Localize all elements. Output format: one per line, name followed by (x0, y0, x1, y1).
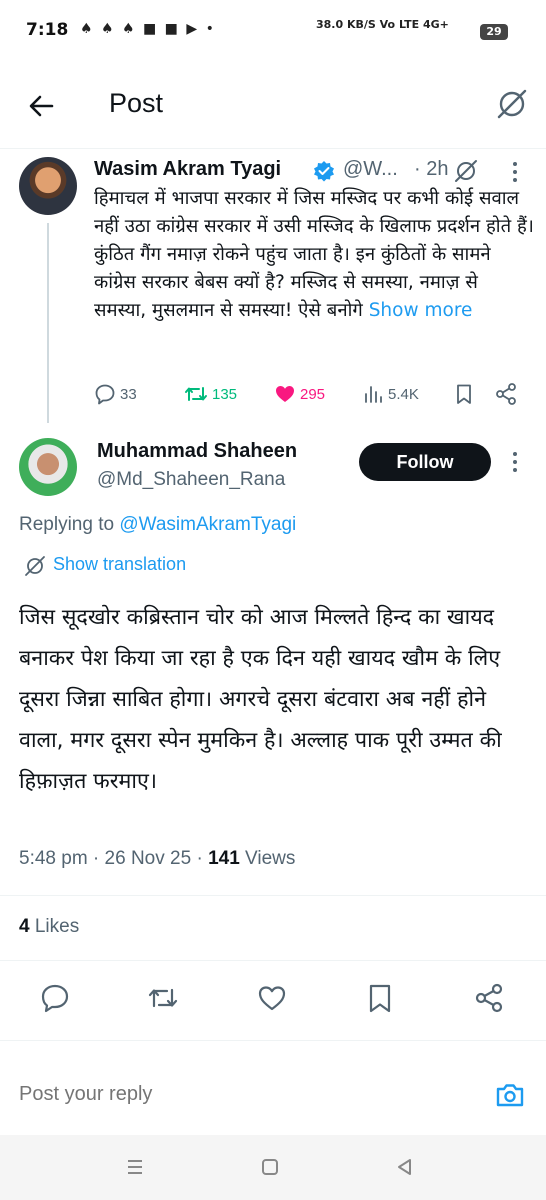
follow-button[interactable]: Follow (359, 443, 491, 481)
reply-input[interactable] (19, 1083, 419, 1106)
status-time: 7:18 (26, 20, 69, 40)
verified-badge-icon (313, 160, 335, 182)
bookmark-icon (457, 384, 471, 404)
views-label: Views (245, 848, 296, 869)
arrow-left-icon (29, 95, 54, 117)
grok-icon (24, 555, 46, 577)
post-meta: 5:48 pm · 26 Nov 25 · 141 Views (19, 848, 296, 869)
repost-button[interactable] (147, 982, 179, 1014)
author-name[interactable]: Muhammad Shaheen (97, 440, 297, 463)
views-button[interactable]: 5.4K (362, 380, 419, 408)
post-time: 5:48 pm (19, 848, 88, 869)
share-button[interactable] (494, 380, 522, 408)
bookmark-icon (369, 984, 391, 1013)
recent-apps-icon (128, 1160, 142, 1174)
author-handle[interactable]: @Md_Shaheen_Rana (97, 469, 285, 491)
author-name[interactable]: Wasim Akram Tyagi (94, 158, 281, 181)
more-vertical-icon (513, 162, 517, 182)
share-icon (496, 383, 516, 405)
home-icon (262, 1159, 278, 1175)
show-translation-link[interactable]: Show translation (53, 554, 186, 575)
more-options-button[interactable] (505, 450, 525, 474)
thread-line (47, 223, 49, 423)
post-text: हिमाचल में भाजपा सरकार में जिस मस्जिद पर… (94, 185, 534, 325)
actions-divider (0, 1040, 546, 1041)
author-handle[interactable]: @W... (343, 158, 398, 181)
repost-count: 135 (212, 385, 238, 403)
heart-icon (258, 986, 286, 1011)
like-button[interactable] (256, 982, 288, 1014)
likes-summary[interactable]: 4 Likes (19, 916, 79, 938)
reply-button[interactable]: 33 (94, 380, 137, 408)
system-navigation-bar (0, 1135, 546, 1200)
likes-count: 4 (19, 916, 30, 937)
likes-label: Likes (34, 916, 80, 937)
status-bar: 7:18 ♠ ♠ ♠ ■ ■ ▶ • 38.0 KB/S Vo LTE 4G+ … (0, 0, 546, 62)
grok-icon (455, 160, 477, 182)
more-options-button[interactable] (505, 160, 525, 184)
reply-count: 33 (120, 385, 137, 403)
post-actions: 33 135 295 5.4K (94, 380, 534, 408)
repost-button[interactable]: 135 (184, 380, 237, 408)
share-button[interactable] (473, 982, 505, 1014)
share-icon (475, 983, 503, 1013)
reply-icon (95, 384, 115, 405)
recent-apps-button[interactable] (125, 1157, 145, 1177)
reply-icon (41, 984, 69, 1013)
page-title: Post (109, 88, 164, 118)
repost-icon (148, 988, 178, 1008)
views-count: 141 (208, 848, 240, 869)
reply-button[interactable] (39, 982, 71, 1014)
reply-actions (0, 978, 546, 1018)
network-indicator: 38.0 KB/S Vo LTE 4G+ (316, 18, 449, 31)
camera-icon (496, 1084, 524, 1107)
back-nav-button[interactable] (395, 1157, 415, 1177)
header: Post (0, 62, 546, 148)
replying-to: Replying to @WasimAkramTyagi (19, 514, 296, 536)
header-divider (0, 148, 546, 149)
camera-button[interactable] (494, 1079, 526, 1111)
notification-icons: ♠ ♠ ♠ ■ ■ ▶ • (80, 21, 216, 37)
likes-divider (0, 960, 546, 961)
avatar[interactable] (19, 438, 77, 496)
bookmark-button[interactable] (453, 380, 479, 408)
bookmark-button[interactable] (364, 982, 396, 1014)
views-count: 5.4K (388, 385, 419, 403)
avatar[interactable] (19, 157, 77, 215)
post-date: 26 Nov 25 (104, 848, 192, 869)
back-triangle-icon (398, 1159, 411, 1175)
more-vertical-icon (513, 452, 517, 472)
reply-text: जिस सूदखोर कब्रिस्तान चोर को आज मिल्लते … (19, 605, 502, 794)
like-count: 295 (300, 385, 326, 403)
home-button[interactable] (260, 1157, 280, 1177)
repost-icon (185, 387, 207, 401)
heart-filled-icon (276, 386, 294, 402)
like-button[interactable]: 295 (274, 380, 325, 408)
grok-icon (497, 89, 527, 119)
meta-divider (0, 895, 546, 896)
grok-button[interactable] (494, 86, 530, 122)
battery-icon: 29 (480, 24, 508, 40)
back-button[interactable] (24, 88, 60, 124)
grok-button[interactable] (453, 158, 479, 184)
post-time: · 2h (414, 158, 449, 180)
analytics-icon (365, 386, 382, 403)
replying-to-link[interactable]: @WasimAkramTyagi (119, 514, 296, 535)
replying-prefix: Replying to (19, 514, 115, 535)
show-more-link[interactable]: Show more (369, 300, 473, 321)
